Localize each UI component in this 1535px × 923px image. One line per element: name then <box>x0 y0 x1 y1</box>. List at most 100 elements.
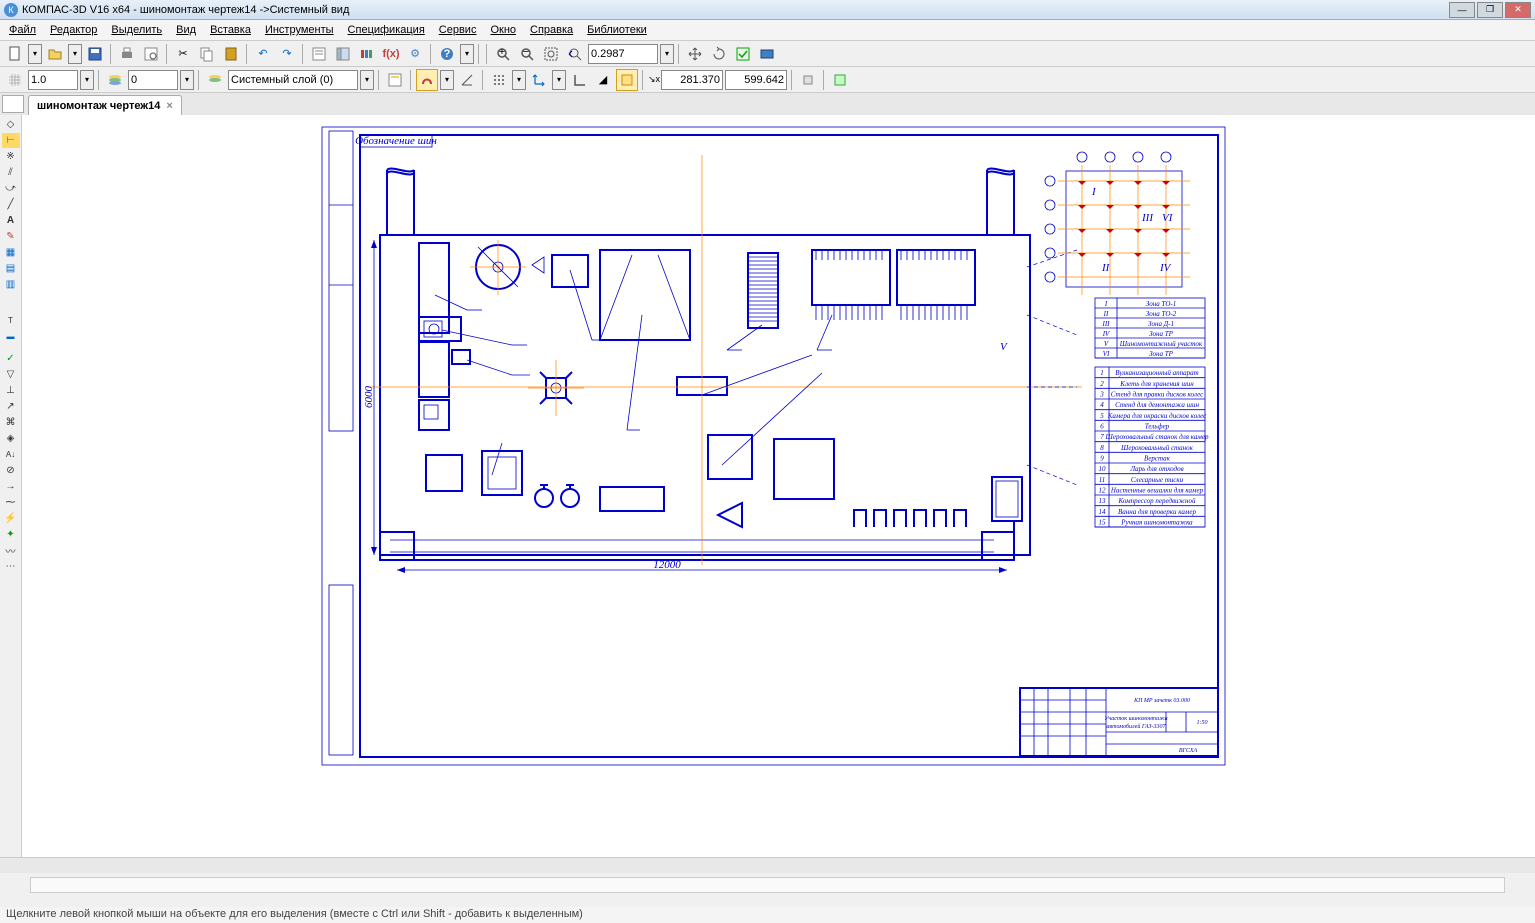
grid-dropdown[interactable]: ▾ <box>512 70 526 90</box>
print-preview-button[interactable] <box>140 43 162 65</box>
tool-line-icon[interactable]: ╱ <box>2 197 20 212</box>
paste-button[interactable] <box>220 43 242 65</box>
help-button[interactable]: ? <box>436 43 458 65</box>
save-button[interactable] <box>84 43 106 65</box>
layer-num-combo[interactable] <box>128 70 178 90</box>
close-button[interactable]: ✕ <box>1505 2 1531 18</box>
fixation-button[interactable] <box>797 69 819 91</box>
tool-tt2-icon[interactable]: ▬ <box>2 329 20 344</box>
layer-icon[interactable] <box>104 69 126 91</box>
copy-button[interactable] <box>196 43 218 65</box>
tool-auto-icon[interactable]: A↓ <box>2 447 20 462</box>
redo-button[interactable]: ↷ <box>276 43 298 65</box>
tool-table3-icon[interactable]: ▥ <box>2 277 20 292</box>
tool-tt-icon[interactable]: T <box>2 313 20 328</box>
menu-help[interactable]: Справка <box>523 22 580 38</box>
tool-text-icon[interactable]: A <box>2 213 20 228</box>
tool-symbol-icon[interactable]: ※ <box>2 149 20 164</box>
tool-table2-icon[interactable]: ▤ <box>2 261 20 276</box>
zoom-out-button[interactable]: − <box>516 43 538 65</box>
tab-list-button[interactable] <box>2 95 24 113</box>
tool-base-icon[interactable]: ⊥ <box>2 383 20 398</box>
tool-dimension-icon[interactable]: ⊢ <box>2 133 20 148</box>
open-button[interactable] <box>44 43 66 65</box>
pan-button[interactable] <box>684 43 706 65</box>
snap-toggle-button[interactable] <box>416 69 438 91</box>
rounding-button[interactable]: ◢ <box>592 69 614 91</box>
command-line[interactable] <box>30 877 1505 893</box>
menu-view[interactable]: Вид <box>169 22 203 38</box>
grid-display-button[interactable] <box>488 69 510 91</box>
line-width-combo[interactable] <box>28 70 78 90</box>
tool-bolt-icon[interactable]: ⚡ <box>2 511 20 526</box>
menu-libraries[interactable]: Библиотеки <box>580 22 654 38</box>
open-dropdown[interactable]: ▾ <box>68 44 82 64</box>
zoom-in-button[interactable]: + <box>492 43 514 65</box>
rotate-button[interactable] <box>708 43 730 65</box>
tool-check-icon[interactable]: ✓ <box>2 351 20 366</box>
zoom-combo[interactable] <box>588 44 658 64</box>
layer-manager-button[interactable] <box>384 69 406 91</box>
tool-geometry-icon[interactable]: ◇ <box>2 117 20 132</box>
library-button[interactable] <box>356 43 378 65</box>
variables-button[interactable]: ⚙ <box>404 43 426 65</box>
new-button[interactable] <box>4 43 26 65</box>
zoom-dropdown[interactable]: ▾ <box>660 44 674 64</box>
tool-edit-icon[interactable]: ✎ <box>2 229 20 244</box>
properties-button[interactable] <box>308 43 330 65</box>
refresh-button[interactable] <box>732 43 754 65</box>
ortho-button[interactable] <box>568 69 590 91</box>
layers-button[interactable] <box>204 69 226 91</box>
tool-table1-icon[interactable]: ▦ <box>2 245 20 260</box>
tool-hatch-icon[interactable]: ⫽ <box>2 165 20 180</box>
menu-window[interactable]: Окно <box>483 22 523 38</box>
layer-name-dropdown[interactable]: ▾ <box>360 70 374 90</box>
local-cs-dropdown[interactable]: ▾ <box>552 70 566 90</box>
menu-tools[interactable]: Инструменты <box>258 22 341 38</box>
minimize-button[interactable]: — <box>1449 2 1475 18</box>
cut-button[interactable]: ✂ <box>172 43 194 65</box>
menu-insert[interactable]: Вставка <box>203 22 258 38</box>
tool-rough-icon[interactable]: ▽ <box>2 367 20 382</box>
tool-dash-icon[interactable]: ⁓ <box>2 495 20 510</box>
menu-file[interactable]: Файл <box>2 22 43 38</box>
function-button[interactable]: f(x) <box>380 43 402 65</box>
new-dropdown[interactable]: ▾ <box>28 44 42 64</box>
grid-snap-button[interactable] <box>4 69 26 91</box>
line-width-dropdown[interactable]: ▾ <box>80 70 94 90</box>
tool-arc-icon[interactable]: ⤻ <box>2 181 20 196</box>
param-button[interactable] <box>616 69 638 91</box>
help-dropdown[interactable]: ▾ <box>460 44 474 64</box>
zoom-previous-button[interactable] <box>564 43 586 65</box>
drawing-canvas[interactable]: Обозначение шин <box>22 115 1535 857</box>
menu-service[interactable]: Сервис <box>432 22 484 38</box>
tab-close-icon[interactable]: × <box>166 100 172 112</box>
coord-y-input[interactable] <box>725 70 787 90</box>
undo-button[interactable]: ↶ <box>252 43 274 65</box>
menu-select[interactable]: Выделить <box>104 22 169 38</box>
tool-brand-icon[interactable]: ⌘ <box>2 415 20 430</box>
view-all-button[interactable] <box>756 43 778 65</box>
apply-button[interactable] <box>829 69 851 91</box>
menu-spec[interactable]: Спецификация <box>341 22 432 38</box>
tool-more-icon[interactable]: ⋯ <box>2 559 20 574</box>
zoom-window-button[interactable] <box>540 43 562 65</box>
print-button[interactable] <box>116 43 138 65</box>
coord-x-input[interactable] <box>661 70 723 90</box>
tool-arrow-icon[interactable]: → <box>2 479 20 494</box>
document-tab[interactable]: шиномонтаж чертеж14 × <box>28 95 182 115</box>
tool-leader-icon[interactable]: ↗ <box>2 399 20 414</box>
tool-wave-icon[interactable]: 〰 <box>2 543 20 558</box>
tool-cut-icon[interactable]: ⊘ <box>2 463 20 478</box>
tool-mark-icon[interactable]: ◈ <box>2 431 20 446</box>
menu-editor[interactable]: Редактор <box>43 22 104 38</box>
layer-num-dropdown[interactable]: ▾ <box>180 70 194 90</box>
layer-name-combo[interactable] <box>228 70 358 90</box>
panel-button[interactable] <box>332 43 354 65</box>
angle-snap-button[interactable] <box>456 69 478 91</box>
local-cs-button[interactable] <box>528 69 550 91</box>
tool-center-icon[interactable]: ✦ <box>2 527 20 542</box>
snap-dropdown[interactable]: ▾ <box>440 70 454 90</box>
maximize-button[interactable]: ❐ <box>1477 2 1503 18</box>
svg-text:6: 6 <box>1100 423 1104 431</box>
